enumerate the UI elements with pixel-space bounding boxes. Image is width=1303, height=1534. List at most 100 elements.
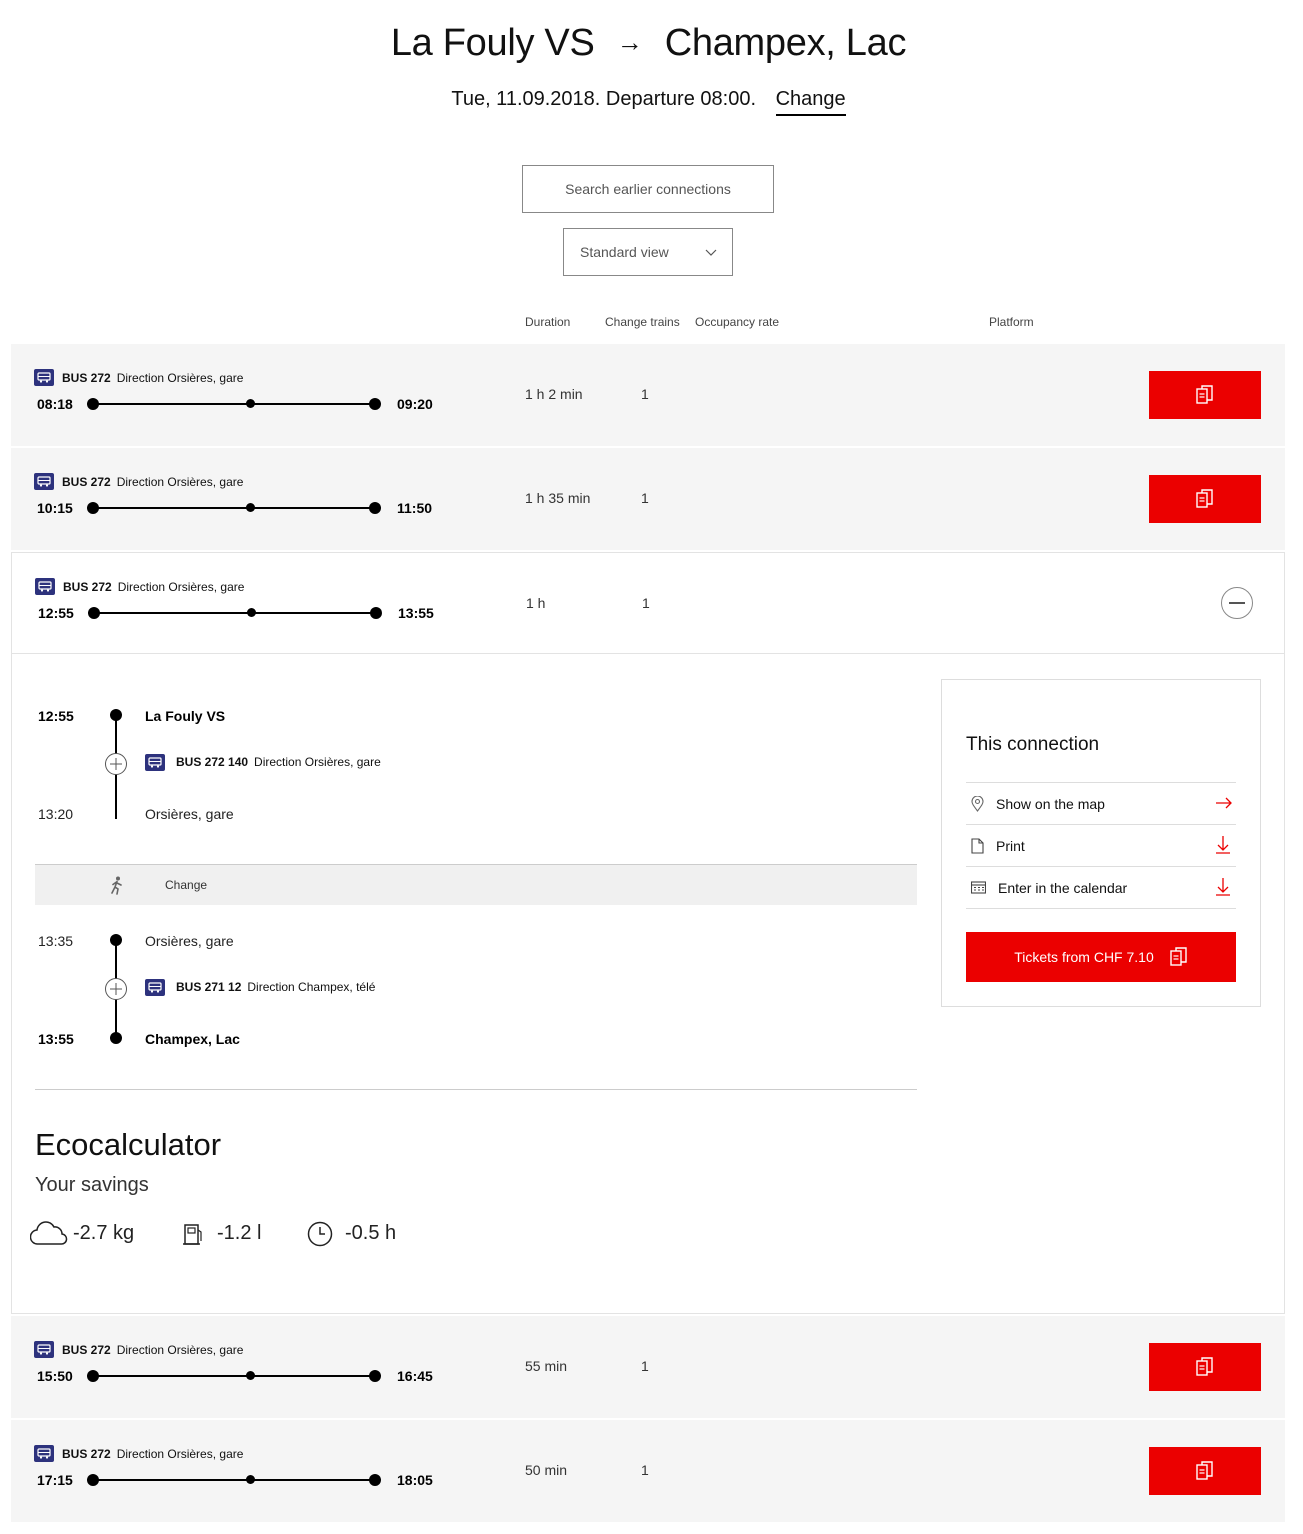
- col-occupancy: Occupancy rate: [695, 315, 780, 329]
- bus-icon: [35, 578, 55, 595]
- add-to-calendar-link[interactable]: Enter in the calendar: [966, 866, 1236, 909]
- route-line: [94, 612, 376, 614]
- line-number: BUS 272: [62, 1447, 111, 1461]
- col-duration: Duration: [525, 315, 571, 329]
- leg1-departure-time: 12:55: [38, 708, 74, 724]
- connection-card: This connection Show on the map Print En…: [941, 679, 1261, 1007]
- line-direction: Direction Orsières, gare: [116, 1343, 244, 1357]
- fuel-icon: [183, 1224, 202, 1245]
- connection-row[interactable]: BUS 272 Direction Orsières, gare 10:15 11…: [11, 448, 1285, 550]
- route-line: [93, 507, 375, 509]
- changes-value: 1: [641, 490, 649, 506]
- connection-row[interactable]: BUS 272 Direction Orsières, gare 15:50 16…: [11, 1316, 1285, 1418]
- tickets-button[interactable]: Tickets from CHF 7.10: [966, 932, 1236, 982]
- changes-value: 1: [641, 386, 649, 402]
- duration-value: 55 min: [525, 1358, 568, 1374]
- departure-time: 08:18: [37, 396, 73, 412]
- location-pin-icon: [971, 795, 984, 812]
- bus-icon: [145, 754, 165, 771]
- eco-title: Ecocalculator: [35, 1127, 222, 1162]
- expand-stops-button[interactable]: [105, 753, 127, 775]
- download-icon: [1216, 878, 1230, 896]
- end-dot: [369, 1370, 381, 1382]
- leg2-departure-time: 13:35: [38, 933, 74, 949]
- show-on-map-link[interactable]: Show on the map: [966, 782, 1236, 824]
- connection-row[interactable]: BUS 272 Direction Orsières, gare 08:18 09…: [11, 344, 1285, 446]
- walking-icon: [111, 876, 122, 895]
- ticket-icon: [1196, 1461, 1213, 1480]
- duration-value: 1 h 2 min: [525, 386, 583, 402]
- line-number: BUS 272: [62, 475, 111, 489]
- ticket-icon: [1196, 1357, 1213, 1376]
- start-dot: [87, 1474, 99, 1486]
- bus-icon: [34, 473, 54, 490]
- print-link[interactable]: Print: [966, 824, 1236, 866]
- change-search-link[interactable]: Change: [775, 88, 846, 116]
- start-dot: [87, 398, 99, 410]
- eco-time: -0.5 h: [345, 1222, 397, 1244]
- end-dot: [369, 502, 381, 514]
- show-on-map-label: Show on the map: [996, 795, 1105, 812]
- change-walk-band: Change: [35, 864, 917, 905]
- arrival-time: 16:45: [397, 1368, 433, 1384]
- change-dot: [246, 399, 255, 408]
- stop-dot: [110, 1032, 122, 1044]
- buy-ticket-button[interactable]: [1149, 1343, 1261, 1391]
- line-direction: Direction Orsières, gare: [116, 371, 244, 385]
- destination: Champex, Lac: [664, 22, 907, 64]
- ticket-icon: [1170, 947, 1187, 966]
- page-title: La Fouly VS → Champex, Lac: [0, 22, 1297, 65]
- duration-value: 50 min: [525, 1462, 568, 1478]
- leg1-arrival-time: 13:20: [38, 806, 74, 822]
- leg2-line-info: BUS 271 12 Direction Champex, télé: [176, 980, 375, 994]
- arrow-icon: →: [616, 27, 643, 57]
- connection-row[interactable]: BUS 272 Direction Orsières, gare 17:15 18…: [11, 1420, 1285, 1522]
- chevron-down-icon: [705, 249, 717, 256]
- route-line: [93, 1479, 375, 1481]
- calendar-icon: [971, 881, 986, 894]
- expand-stops-button[interactable]: [105, 978, 127, 1000]
- eco-co2: -2.7 kg: [73, 1222, 135, 1244]
- collapse-button[interactable]: [1221, 587, 1253, 619]
- arrival-time: 09:20: [397, 396, 433, 412]
- start-dot: [88, 607, 100, 619]
- departure-time: 15:50: [37, 1368, 73, 1384]
- ticket-icon: [1196, 489, 1213, 508]
- departure-time: 17:15: [37, 1472, 73, 1488]
- departure-time: 12:55: [38, 605, 74, 621]
- line-direction: Direction Orsières, gare: [116, 1447, 244, 1461]
- date-departure-text: Tue, 11.09.2018. Departure 08:00.: [451, 88, 757, 110]
- line-direction: Direction Orsières, gare: [116, 475, 244, 489]
- arrival-time: 13:55: [398, 605, 434, 621]
- leg2-departure-stop: Orsières, gare: [145, 933, 234, 949]
- eco-subtitle: Your savings: [35, 1174, 149, 1196]
- route-line: [93, 1375, 375, 1377]
- start-dot: [87, 502, 99, 514]
- search-earlier-button[interactable]: Search earlier connections: [522, 165, 774, 213]
- divider: [35, 1089, 917, 1090]
- calendar-label: Enter in the calendar: [998, 879, 1128, 896]
- view-select-value: Standard view: [580, 244, 669, 260]
- end-dot: [369, 1474, 381, 1486]
- plus-icon: [110, 758, 122, 770]
- change-dot: [246, 1371, 255, 1380]
- change-dot: [247, 608, 256, 617]
- minus-icon: [1229, 602, 1245, 604]
- bus-icon: [34, 369, 54, 386]
- line-number: BUS 272: [62, 371, 111, 385]
- buy-ticket-button[interactable]: [1149, 475, 1261, 523]
- card-title: This connection: [966, 734, 1100, 755]
- connection-row-expanded[interactable]: BUS 272 Direction Orsières, gare 12:55 13…: [11, 552, 1285, 654]
- view-select[interactable]: Standard view: [563, 228, 733, 276]
- line-direction: Direction Orsières, gare: [117, 580, 245, 594]
- line-info: BUS 272 Direction Orsières, gare: [62, 1343, 243, 1357]
- change-label: Change: [165, 878, 208, 892]
- leg1-line: BUS 272 140: [176, 755, 249, 769]
- bus-icon: [34, 1341, 54, 1358]
- buy-ticket-button[interactable]: [1149, 1447, 1261, 1495]
- end-dot: [370, 607, 382, 619]
- origin: La Fouly VS: [390, 22, 595, 64]
- document-icon: [971, 837, 984, 854]
- buy-ticket-button[interactable]: [1149, 371, 1261, 419]
- end-dot: [369, 398, 381, 410]
